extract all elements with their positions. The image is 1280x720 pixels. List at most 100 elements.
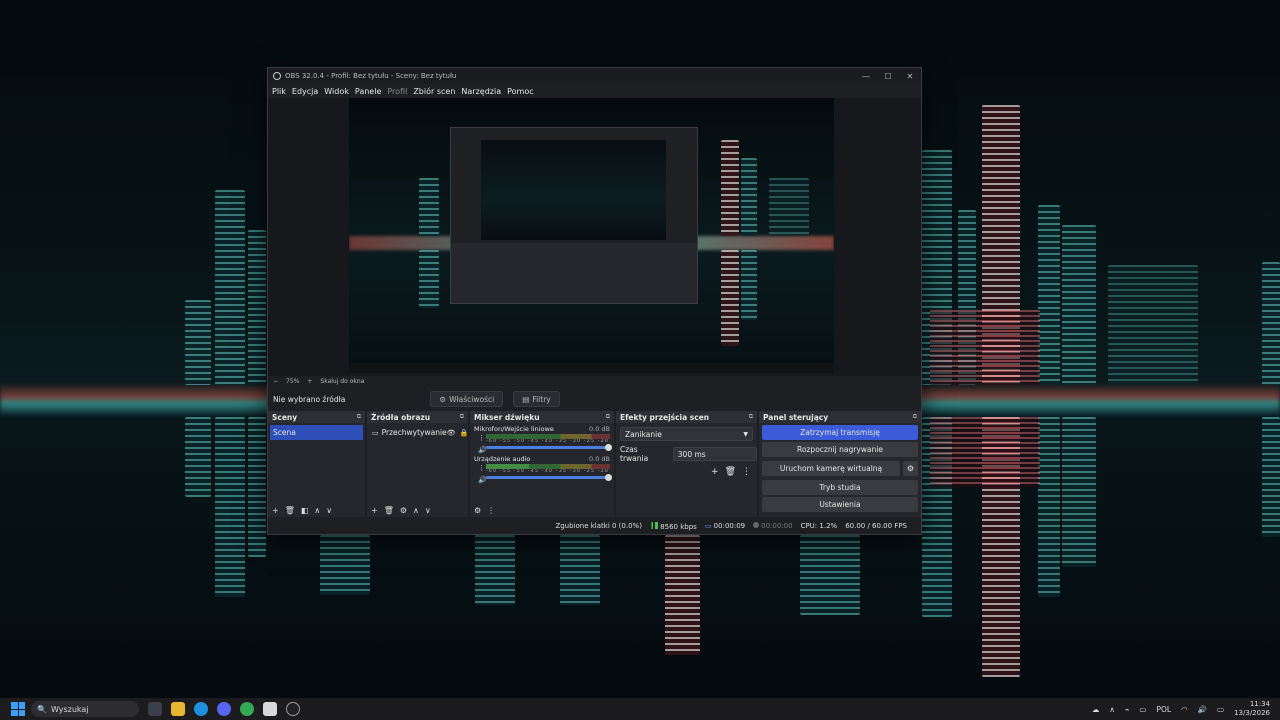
studio-mode-button[interactable]: Tryb studia [762,480,918,495]
dock-popout-icon[interactable]: ⧉ [913,413,917,421]
remove-source-icon[interactable]: 🗑 [384,506,394,515]
advanced-audio-icon[interactable]: ⚙ [474,506,481,515]
properties-button[interactable]: ⚙ Właściwości [430,391,504,407]
discord-icon[interactable] [217,702,231,716]
zoom-in-button[interactable]: + [307,378,312,385]
tray-expand-icon[interactable]: ∧ [1109,705,1115,714]
menu-view[interactable]: Widok [324,87,349,96]
filter-icon: ▤ [522,394,530,404]
search-placeholder: Wyszukaj [50,704,89,714]
transitions-title: Efekty przejścia scen [620,412,710,422]
move-up-icon[interactable]: ∧ [314,506,320,515]
source-settings-icon[interactable]: ⚙ [400,506,407,515]
fps: 60.00 / 60.00 FPS [845,522,907,530]
menu-help[interactable]: Pomoc [507,87,534,96]
scenes-title: Sceny [272,412,298,422]
zoom-mode[interactable]: Skaluj do okna [320,378,364,385]
docks-row: Sceny ⧉ Scena + 🗑 ◧ ∧ ∨ Źródła obrazu ⧉ … [268,411,921,517]
volume-icon[interactable]: 🔊 [1198,705,1207,714]
filters-button[interactable]: ▤ Filtry [513,391,560,407]
scene-label: Scena [273,428,296,437]
obs-taskbar-icon[interactable] [286,702,300,716]
menu-file[interactable]: Plik [272,87,286,96]
sources-dock: Źródła obrazu ⧉ ▭ Przechwytywanie 👁 🔒 + … [367,411,468,517]
volume-slider[interactable] [486,444,612,451]
dock-popout-icon[interactable]: ⧉ [357,413,361,421]
source-item[interactable]: ▭ Przechwytywanie 👁 🔒 [369,425,469,440]
scene-filters-icon[interactable]: ◧ [301,506,309,515]
add-source-icon[interactable]: + [371,506,378,515]
gear-icon[interactable]: ⚙ [903,461,918,476]
menu-profile[interactable]: Profil [387,87,407,96]
filters-label: Filtry [532,394,551,404]
menu-bar: Plik Edycja Widok Panele Profil Zbiór sc… [268,84,921,98]
preview-canvas[interactable] [349,98,834,373]
edge-icon[interactable] [194,702,208,716]
clock[interactable]: 11:34 13/3/2026 [1234,700,1270,718]
dock-popout-icon[interactable]: ⧉ [749,413,753,421]
kebab-icon[interactable]: ⋮ [478,434,485,442]
maximize-button[interactable]: ☐ [877,72,899,81]
windows-start-icon[interactable] [11,702,25,716]
search-box[interactable]: 🔍 Wyszukaj [31,701,139,717]
menu-scene-collection[interactable]: Zbiór scen [413,87,455,96]
settings-button[interactable]: Ustawienia [762,497,918,512]
volume-slider[interactable] [486,474,612,481]
network-icon[interactable]: ⌁ [1125,705,1130,714]
weather-icon[interactable]: ☁ [1092,705,1100,714]
cpu-usage: CPU: 1.2% [800,522,838,530]
transitions-dock: Efekty przejścia scen ⧉ Zanikanie ▼ Czas… [616,411,757,517]
language-indicator[interactable]: POL [1157,705,1172,714]
dock-popout-icon[interactable]: ⧉ [606,413,610,421]
taskbar: 🔍 Wyszukaj ☁ ∧ ⌁ ▭ POL ◠ 🔊 ▭ 11:34 13/3/… [0,698,1280,720]
minimize-button[interactable]: — [855,72,877,81]
task-view-icon[interactable] [148,702,162,716]
dock-popout-icon[interactable]: ⧉ [460,413,464,421]
gear-icon: ⚙ [439,394,447,404]
file-explorer-icon[interactable] [171,702,185,716]
no-source-label: Nie wybrano źródła [273,394,346,404]
scene-item[interactable]: Scena [270,425,363,440]
start-recording-button[interactable]: Rozpocznij nagrywanie [762,442,918,457]
tray-app-icon[interactable]: ▭ [1139,705,1146,714]
channel-name: Mikrofon/Wejście liniowe [474,425,554,433]
zoom-level: 75% [286,378,300,385]
mixer-menu-icon[interactable]: ⋮ [487,506,495,515]
eye-icon[interactable]: 👁 [447,429,456,437]
menu-tools[interactable]: Narzędzia [461,87,501,96]
battery-icon[interactable]: ▭ [1217,705,1224,714]
nested-obs-preview [450,127,698,304]
kebab-icon[interactable]: ⋮ [478,464,485,472]
add-transition-icon[interactable]: + [711,467,719,477]
sources-dock-header: Źródła obrazu ⧉ [367,411,468,423]
move-down-icon[interactable]: ∨ [425,506,431,515]
clock-date: 13/3/2026 [1234,709,1270,717]
remove-scene-icon[interactable]: 🗑 [285,506,295,515]
transition-menu-icon[interactable]: ⋮ [742,467,751,477]
channel-level: 0.0 dB [589,425,610,433]
close-button[interactable]: ✕ [899,72,921,81]
channel-level: 0.0 dB [589,455,610,463]
wifi-icon[interactable]: ◠ [1181,705,1188,714]
move-down-icon[interactable]: ∨ [326,506,332,515]
source-toolbar: Nie wybrano źródła ⚙ Właściwości ▤ Filtr… [268,388,921,410]
clock-time: 11:34 [1249,700,1270,708]
mixer-channel: Mikrofon/Wejście liniowe 0.0 dB ⋮ -60 -5… [470,423,614,454]
chrome-icon[interactable] [240,702,254,716]
remove-transition-icon[interactable]: 🗑 [725,467,736,477]
transitions-dock-header: Efekty przejścia scen ⧉ [616,411,757,423]
move-up-icon[interactable]: ∧ [413,506,419,515]
zoom-out-button[interactable]: − [273,378,278,385]
notepad-icon[interactable] [263,702,277,716]
menu-docks[interactable]: Panele [355,87,382,96]
record-icon [753,522,760,528]
add-scene-icon[interactable]: + [272,506,279,515]
start-virtual-camera-button[interactable]: Uruchom kamerę wirtualną [762,461,900,476]
transition-select[interactable]: Zanikanie ▼ [620,427,753,441]
stop-stream-button[interactable]: Zatrzymaj transmisję [762,425,918,440]
menu-edit[interactable]: Edycja [292,87,318,96]
lock-icon[interactable]: 🔒 [460,429,469,437]
monitor-icon: ▭ [372,428,379,437]
transition-value: Zanikanie [625,429,662,439]
duration-input[interactable]: 300 ms [672,447,757,461]
